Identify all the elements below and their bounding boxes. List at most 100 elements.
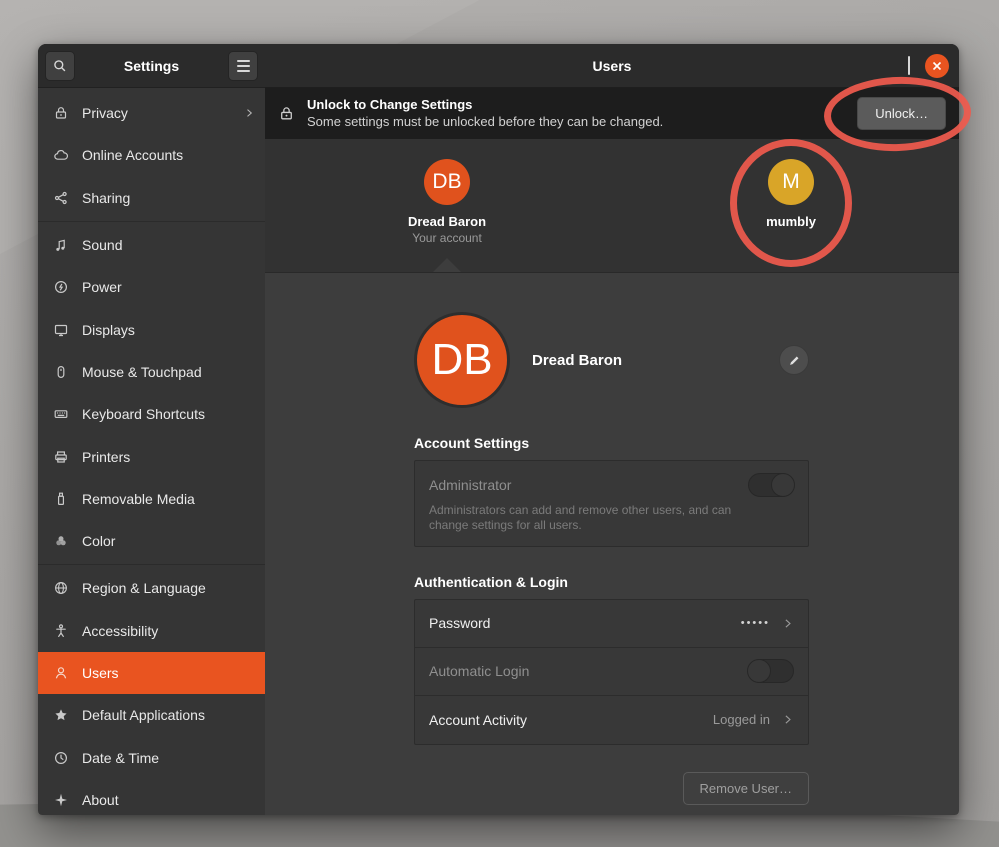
sidebar-item-mouse-touchpad[interactable]: Mouse & Touchpad	[38, 351, 265, 393]
sidebar: Settings Privacy	[38, 44, 265, 815]
unlock-banner: Unlock to Change Settings Some settings …	[265, 88, 959, 139]
user-mumbly[interactable]: M mumbly	[741, 159, 841, 229]
close-button[interactable]	[925, 54, 949, 78]
sidebar-item-label: Mouse & Touchpad	[82, 364, 202, 380]
administrator-label: Administrator	[429, 477, 511, 493]
chevron-right-icon	[781, 617, 794, 630]
sidebar-item-power[interactable]: Power	[38, 266, 265, 308]
power-icon	[52, 279, 69, 296]
headerbar: Users	[265, 44, 959, 88]
mouse-icon	[52, 363, 69, 380]
menu-button[interactable]	[228, 51, 258, 81]
window-title: Users	[265, 58, 959, 74]
sidebar-item-label: Region & Language	[82, 580, 206, 596]
pencil-icon	[788, 354, 801, 367]
sidebar-item-date-time[interactable]: Date & Time	[38, 736, 265, 778]
chevron-right-icon	[243, 107, 255, 119]
sidebar-item-accessibility[interactable]: Accessibility	[38, 610, 265, 652]
hamburger-menu-icon	[237, 60, 250, 72]
search-button[interactable]	[45, 51, 75, 81]
profile-name: Dread Baron	[532, 352, 622, 369]
user-carousel: DB Dread Baron Your account M mumbly	[265, 139, 959, 273]
avatar: M	[768, 159, 814, 205]
password-row[interactable]: Password •••••	[415, 600, 808, 648]
sidebar-item-keyboard-shortcuts[interactable]: Keyboard Shortcuts	[38, 393, 265, 435]
sidebar-item-printers[interactable]: Printers	[38, 435, 265, 477]
sidebar-item-label: Color	[82, 533, 115, 549]
automatic-login-label: Automatic Login	[429, 663, 529, 679]
sidebar-item-label: Sharing	[82, 190, 130, 206]
share-nodes-icon	[52, 189, 69, 206]
administrator-description: Administrators can add and remove other …	[429, 503, 749, 534]
unlock-banner-title: Unlock to Change Settings	[307, 97, 663, 113]
sidebar-item-users[interactable]: Users	[38, 652, 265, 694]
sidebar-item-label: Date & Time	[82, 750, 159, 766]
sidebar-item-privacy[interactable]: Privacy	[38, 92, 265, 134]
sidebar-item-label: Privacy	[82, 105, 128, 121]
sidebar-item-default-applications[interactable]: Default Applications	[38, 694, 265, 736]
automatic-login-row: Automatic Login	[415, 648, 808, 696]
sidebar-item-label: Accessibility	[82, 623, 158, 639]
users-panel: Users Unlock to Change Settings Some s	[265, 44, 959, 815]
account-settings-card: Administrator Administrators can add and…	[414, 460, 809, 547]
user-dread-baron[interactable]: DB Dread Baron Your account	[377, 159, 517, 245]
automatic-login-toggle[interactable]	[748, 659, 794, 683]
sidebar-title: Settings	[75, 58, 228, 74]
avatar: DB	[424, 159, 470, 205]
sidebar-item-displays[interactable]: Displays	[38, 308, 265, 350]
sidebar-item-color[interactable]: Color	[38, 520, 265, 562]
sidebar-item-removable-media[interactable]: Removable Media	[38, 478, 265, 520]
account-activity-value: Logged in	[713, 712, 770, 727]
avatar[interactable]: DB	[414, 312, 510, 408]
auth-login-card: Password ••••• Automatic Login A	[414, 599, 809, 745]
sidebar-item-online-accounts[interactable]: Online Accounts	[38, 134, 265, 176]
administrator-row: Administrator Administrators can add and…	[415, 461, 808, 546]
desktop: { "colors": { "accent": "#E95420", "anno…	[0, 0, 999, 847]
section-title-account-settings: Account Settings	[414, 435, 809, 451]
globe-icon	[52, 580, 69, 597]
sidebar-item-label: Sound	[82, 237, 122, 253]
sidebar-item-label: Printers	[82, 449, 130, 465]
sidebar-separator	[38, 564, 265, 565]
user-subtitle: Your account	[377, 231, 517, 245]
settings-window: Settings Privacy	[38, 44, 959, 815]
search-icon	[52, 58, 68, 74]
account-activity-label: Account Activity	[429, 712, 527, 728]
keyboard-icon	[52, 406, 69, 423]
profile-row: DB Dread Baron	[414, 312, 809, 408]
sidebar-item-sharing[interactable]: Sharing	[38, 177, 265, 219]
printer-icon	[52, 448, 69, 465]
account-activity-row[interactable]: Account Activity Logged in	[415, 696, 808, 744]
user-name: mumbly	[741, 214, 841, 229]
maximize-icon	[908, 56, 910, 75]
sidebar-item-label: Removable Media	[82, 491, 195, 507]
user-details: DB Dread Baron Account Settings	[265, 273, 959, 815]
window-controls	[893, 54, 959, 78]
sidebar-item-region-language[interactable]: Region & Language	[38, 567, 265, 609]
sidebar-item-label: Default Applications	[82, 707, 205, 723]
clock-icon	[52, 749, 69, 766]
sidebar-separator	[38, 221, 265, 222]
unlock-button[interactable]: Unlock…	[857, 97, 946, 130]
sidebar-headerbar: Settings	[38, 44, 265, 88]
close-icon	[931, 60, 943, 72]
accessibility-person-icon	[52, 622, 69, 639]
remove-user-button[interactable]: Remove User…	[683, 772, 809, 805]
toggle-knob	[771, 473, 795, 497]
chevron-right-icon	[781, 713, 794, 726]
section-title-auth-login: Authentication & Login	[414, 574, 809, 590]
sidebar-item-about[interactable]: About	[38, 779, 265, 815]
display-icon	[52, 321, 69, 338]
lock-icon	[278, 105, 295, 122]
edit-name-button[interactable]	[779, 345, 809, 375]
lock-icon	[52, 105, 69, 122]
sidebar-item-sound[interactable]: Sound	[38, 224, 265, 266]
user-name: Dread Baron	[377, 214, 517, 229]
sidebar-item-label: Displays	[82, 322, 135, 338]
unlock-banner-subtitle: Some settings must be unlocked before th…	[307, 114, 663, 130]
sparkle-icon	[52, 791, 69, 808]
sidebar-item-label: Users	[82, 665, 119, 681]
administrator-toggle[interactable]	[748, 473, 794, 497]
sidebar-item-label: Keyboard Shortcuts	[82, 406, 205, 422]
maximize-button[interactable]	[908, 57, 910, 75]
